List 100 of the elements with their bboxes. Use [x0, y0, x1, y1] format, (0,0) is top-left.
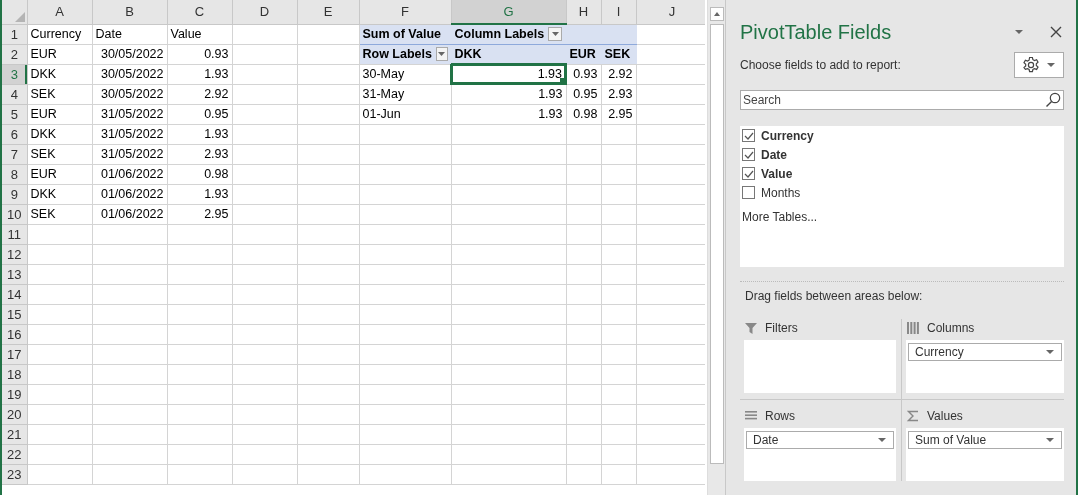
drop-area[interactable]: Date	[744, 428, 896, 481]
column-header[interactable]: F	[359, 0, 451, 24]
scroll-up-icon[interactable]	[709, 7, 724, 21]
table-cell: SEK	[27, 84, 92, 104]
table-cell: 31/05/2022	[92, 124, 167, 144]
panel-options-button[interactable]	[1014, 29, 1024, 35]
column-header[interactable]: J	[636, 0, 706, 24]
search-icon[interactable]	[1045, 92, 1061, 108]
column-header[interactable]: H	[566, 0, 601, 24]
row-header[interactable]: 21	[2, 424, 27, 444]
field-label[interactable]: Value	[761, 166, 793, 181]
table-cell: SEK	[27, 144, 92, 164]
row-header[interactable]: 23	[2, 464, 27, 484]
table-cell: 0.98	[566, 104, 601, 124]
field-label[interactable]: Date	[761, 147, 787, 162]
areas-hint: Drag fields between areas below:	[744, 289, 924, 303]
caret-icon	[551, 32, 559, 37]
table-cell: 1.93	[167, 64, 232, 84]
caret-icon	[1046, 62, 1056, 68]
close-icon[interactable]	[1050, 26, 1062, 38]
row-header[interactable]: 9	[2, 184, 27, 204]
table-cell: EUR	[27, 104, 92, 124]
table-cell: Row Labels	[362, 47, 432, 61]
row-header[interactable]: 7	[2, 144, 27, 164]
table-cell: 0.95	[566, 84, 601, 104]
row-header[interactable]: 15	[2, 304, 27, 324]
area-label: Columns	[927, 321, 975, 335]
checkbox[interactable]	[742, 167, 755, 180]
rows-icon	[745, 410, 757, 422]
caret-icon	[1045, 349, 1055, 355]
table-cell: 0.98	[167, 164, 232, 184]
row-header[interactable]: 1	[2, 24, 27, 44]
row-header[interactable]: 10	[2, 204, 27, 224]
table-cell: 1.93	[451, 84, 566, 104]
filter-dropdown-button[interactable]	[548, 27, 563, 42]
caret-icon	[877, 437, 887, 443]
drop-area[interactable]: Sum of Value	[906, 428, 1064, 481]
caret-icon	[1014, 29, 1024, 35]
caret-icon	[1045, 437, 1055, 443]
row-header[interactable]: 17	[2, 344, 27, 364]
vertical-scrollbar[interactable]	[707, 0, 725, 495]
table-cell: 1.93	[167, 184, 232, 204]
table-cell: 0.95	[167, 104, 232, 124]
row-header[interactable]: 5	[2, 104, 27, 124]
column-header[interactable]: D	[232, 0, 297, 24]
row-header[interactable]: 3	[2, 64, 27, 84]
row-header[interactable]: 22	[2, 444, 27, 464]
column-header[interactable]: G	[451, 0, 566, 24]
check-icon	[743, 131, 754, 140]
caret-icon	[438, 52, 446, 56]
row-header[interactable]: 18	[2, 364, 27, 384]
area-label: Rows	[765, 409, 795, 423]
row-header[interactable]: 2	[2, 44, 27, 64]
checkbox[interactable]	[742, 186, 755, 199]
column-header[interactable]: E	[297, 0, 359, 24]
row-header[interactable]: 13	[2, 264, 27, 284]
column-header[interactable]: B	[92, 0, 167, 24]
column-header[interactable]: C	[167, 0, 232, 24]
row-header[interactable]: 12	[2, 244, 27, 264]
table-cell: SEK	[27, 204, 92, 224]
check-icon	[743, 169, 754, 178]
settings-button[interactable]	[1014, 52, 1064, 78]
scroll-thumb[interactable]	[709, 24, 724, 464]
drop-area[interactable]: Currency	[906, 340, 1064, 393]
table-cell: Value	[167, 24, 232, 44]
row-header[interactable]: 14	[2, 284, 27, 304]
table-cell: DKK	[27, 64, 92, 84]
search-field[interactable]: Search	[740, 90, 1064, 110]
more-tables-link[interactable]: More Tables...	[742, 210, 818, 224]
row-header[interactable]: 20	[2, 404, 27, 424]
column-header[interactable]: A	[27, 0, 92, 24]
table-cell: 31-May	[359, 84, 451, 104]
field-dropdown[interactable]: Date	[746, 431, 894, 449]
filter-dropdown-button[interactable]	[435, 47, 448, 61]
panel-subtitle: Choose fields to add to report:	[740, 58, 901, 72]
row-header[interactable]: 16	[2, 324, 27, 344]
table-cell: 1.93	[451, 104, 566, 124]
row-header[interactable]: 4	[2, 84, 27, 104]
table-cell: 1.93	[167, 124, 232, 144]
field-dropdown[interactable]: Currency	[908, 343, 1062, 361]
row-header[interactable]: 11	[2, 224, 27, 244]
row-header[interactable]: 8	[2, 164, 27, 184]
field-dropdown[interactable]: Sum of Value	[908, 431, 1062, 449]
table-cell: 2.95	[601, 104, 636, 124]
table-cell: 01-Jun	[359, 104, 451, 124]
field-label[interactable]: Months	[761, 185, 801, 200]
table-cell: 30/05/2022	[92, 64, 167, 84]
table-cell: 31/05/2022	[92, 104, 167, 124]
table-cell: DKK	[27, 184, 92, 204]
field-label[interactable]: Currency	[761, 128, 814, 143]
table-cell: 1.93	[451, 64, 566, 84]
row-header[interactable]: 19	[2, 384, 27, 404]
column-header[interactable]: I	[601, 0, 636, 24]
panel-title: PivotTable Fields	[740, 20, 892, 44]
row-header[interactable]: 6	[2, 124, 27, 144]
checkbox[interactable]	[742, 148, 755, 161]
table-cell: 31/05/2022	[92, 144, 167, 164]
checkbox[interactable]	[742, 129, 755, 142]
table-cell: 2.93	[601, 84, 636, 104]
table-cell: Currency	[27, 24, 92, 44]
